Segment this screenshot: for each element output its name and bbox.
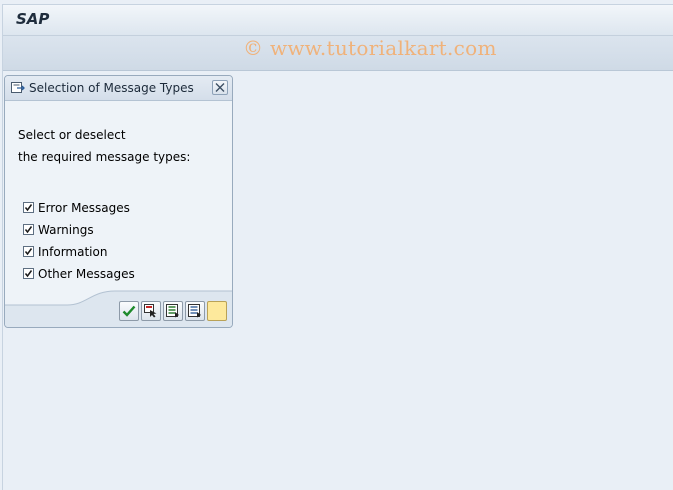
- information-checkbox[interactable]: [23, 246, 34, 257]
- dialog-window-icon: [11, 81, 25, 94]
- instruction-line-1: Select or deselect: [18, 128, 126, 142]
- close-button[interactable]: [212, 80, 228, 95]
- checkmark-icon: [24, 270, 33, 278]
- warnings-label: Warnings: [38, 223, 94, 237]
- checkmark-icon: [24, 248, 33, 256]
- details-icon: [188, 304, 201, 318]
- information-label: Information: [38, 245, 108, 259]
- message-types-dialog: Selection of Message Types Select or des…: [4, 75, 233, 328]
- select-all-button[interactable]: [141, 301, 161, 321]
- dialog-title: Selection of Message Types: [29, 81, 194, 95]
- other-messages-label: Other Messages: [38, 267, 135, 281]
- blank-button[interactable]: [207, 301, 227, 321]
- close-icon: [215, 83, 225, 92]
- continue-check-icon: [122, 305, 136, 317]
- checkmark-icon: [24, 226, 33, 234]
- continue-button[interactable]: [119, 301, 139, 321]
- deselect-all-button[interactable]: [163, 301, 183, 321]
- title-bar: SAP: [3, 5, 673, 36]
- app-title: SAP: [16, 10, 50, 28]
- watermark-text: © www.tutorialkart.com: [243, 36, 497, 60]
- error-messages-checkbox[interactable]: [23, 202, 34, 213]
- instruction-line-2: the required message types:: [18, 150, 191, 164]
- error-messages-label: Error Messages: [38, 201, 130, 215]
- other-messages-checkbox[interactable]: [23, 268, 34, 279]
- checkmark-icon: [24, 204, 33, 212]
- select-all-icon: [144, 304, 157, 318]
- dialog-header: Selection of Message Types: [5, 76, 232, 101]
- deselect-all-icon: [166, 304, 179, 318]
- warnings-checkbox[interactable]: [23, 224, 34, 235]
- details-button[interactable]: [185, 301, 205, 321]
